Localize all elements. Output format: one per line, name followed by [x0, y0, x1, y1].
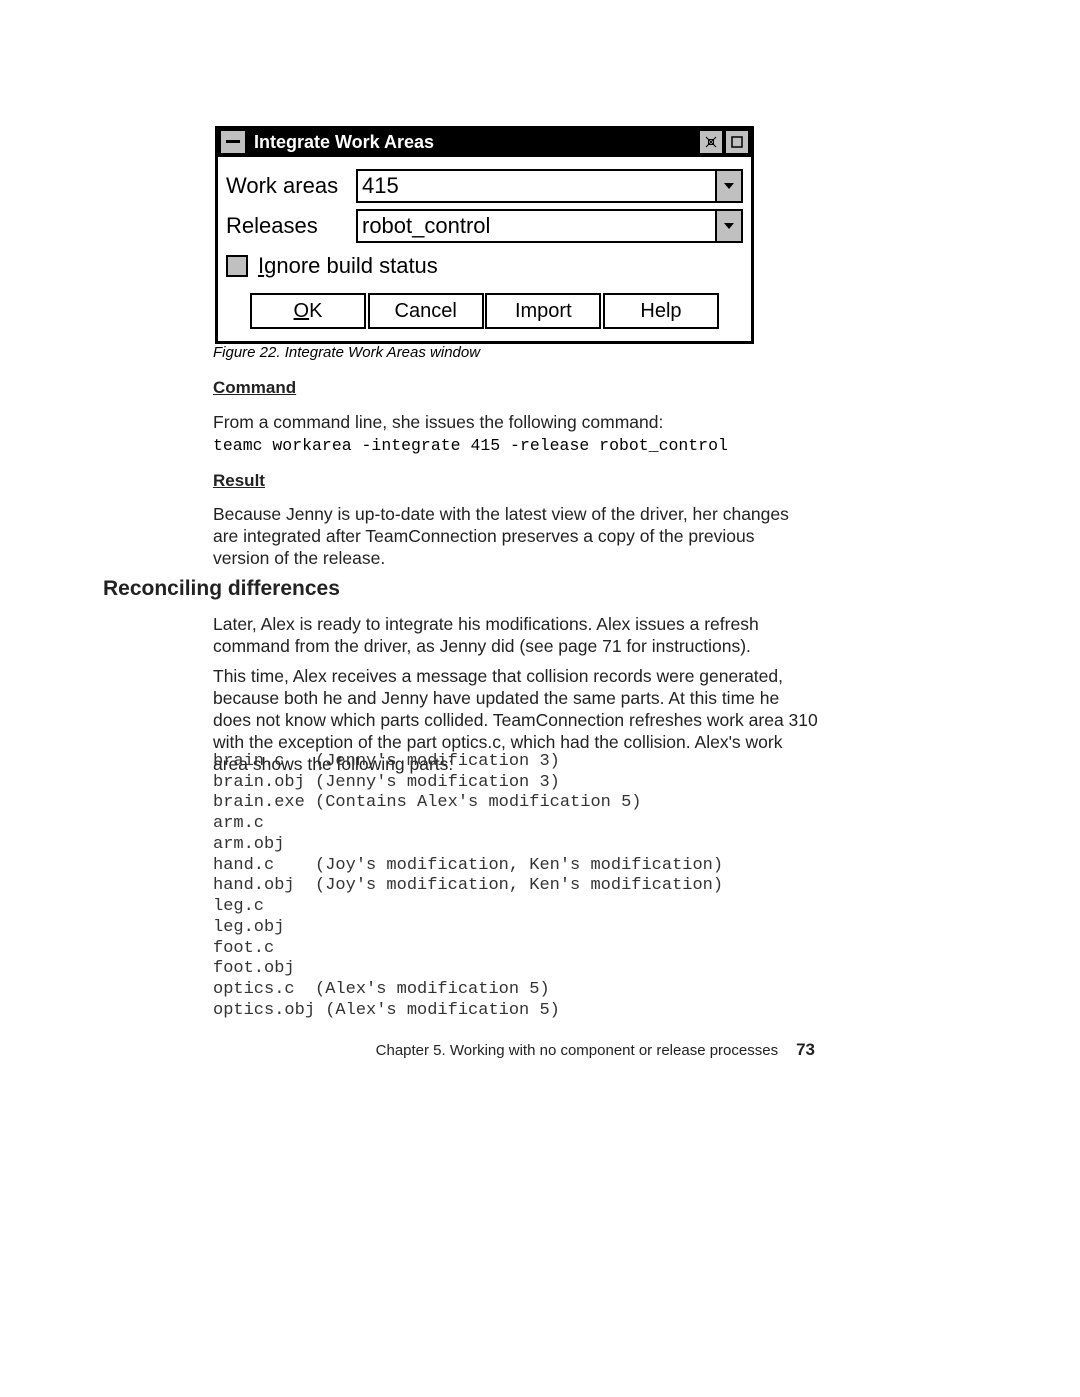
work-areas-dropdown-icon[interactable]	[715, 171, 741, 201]
dialog-body: Work areas Releases	[218, 157, 751, 341]
figure-caption: Figure 22. Integrate Work Areas window	[213, 344, 480, 361]
import-button[interactable]: Import	[485, 293, 601, 329]
command-intro-text: From a command line, she issues the foll…	[213, 412, 803, 434]
command-code: teamc workarea -integrate 415 -release r…	[213, 436, 728, 455]
result-heading: Result	[213, 471, 265, 491]
footer-page-number: 73	[796, 1040, 815, 1060]
page-footer: Chapter 5. Working with no component or …	[365, 1040, 815, 1060]
command-heading: Command	[213, 378, 296, 398]
parts-listing-code: brain.c (Jenny's modification 3) brain.o…	[213, 752, 723, 1022]
work-areas-field	[356, 169, 743, 203]
ignore-build-status-checkbox[interactable]	[226, 255, 248, 277]
ignore-build-status-row: Ignore build status	[226, 253, 743, 279]
dialog-title: Integrate Work Areas	[248, 132, 699, 153]
integrate-work-areas-dialog: Integrate Work Areas Work areas	[215, 126, 754, 344]
ok-button[interactable]: OK	[250, 293, 366, 329]
reconciling-heading: Reconciling differences	[103, 577, 340, 601]
work-areas-label: Work areas	[226, 173, 356, 199]
releases-dropdown-icon[interactable]	[715, 211, 741, 241]
releases-label: Releases	[226, 213, 356, 239]
result-text: Because Jenny is up-to-date with the lat…	[213, 504, 813, 570]
cancel-button[interactable]: Cancel	[368, 293, 484, 329]
system-menu-icon[interactable]	[220, 130, 246, 154]
dialog-button-row: OK Cancel Import Help	[226, 293, 743, 331]
titlebar-controls	[699, 130, 751, 154]
footer-chapter: Chapter 5. Working with no component or …	[376, 1042, 778, 1059]
releases-field	[356, 209, 743, 243]
work-areas-input[interactable]	[358, 171, 715, 201]
page-root: Integrate Work Areas Work areas	[0, 0, 1080, 1397]
minimize-icon[interactable]	[699, 130, 723, 154]
releases-input[interactable]	[358, 211, 715, 241]
work-areas-row: Work areas	[226, 169, 743, 203]
releases-row: Releases	[226, 209, 743, 243]
help-button[interactable]: Help	[603, 293, 719, 329]
maximize-icon[interactable]	[725, 130, 749, 154]
later-paragraph: Later, Alex is ready to integrate his mo…	[213, 614, 818, 658]
ignore-build-status-label: Ignore build status	[258, 253, 438, 279]
dialog-titlebar: Integrate Work Areas	[218, 129, 751, 157]
